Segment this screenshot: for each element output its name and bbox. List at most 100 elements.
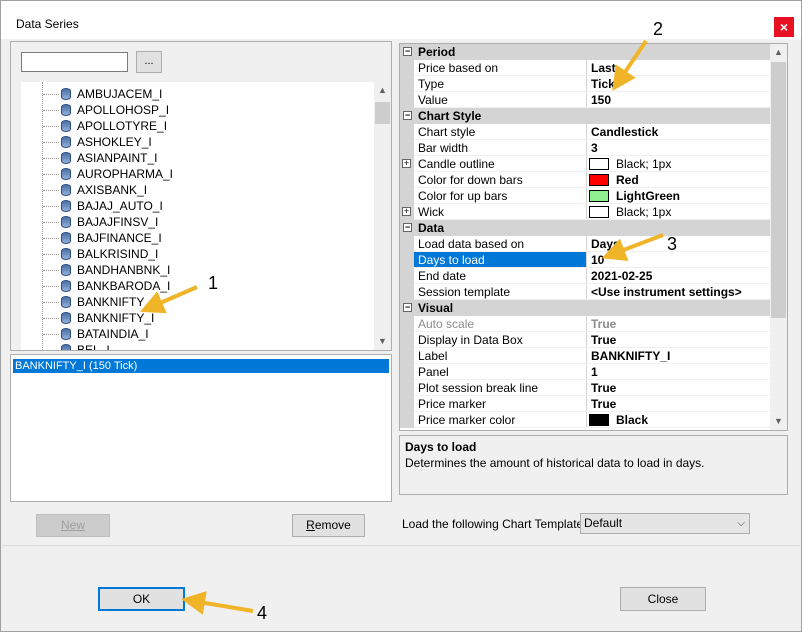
property-value[interactable]: True: [591, 333, 616, 347]
property-name: Candle outline: [418, 157, 495, 171]
database-icon: [61, 120, 71, 132]
property-value[interactable]: <Use instrument settings>: [591, 285, 742, 299]
property-value[interactable]: Black; 1px: [616, 205, 671, 219]
tree-item[interactable]: BATAINDIA_I: [43, 326, 149, 342]
category-period[interactable]: − Period: [400, 44, 772, 60]
tree-item[interactable]: ASIANPAINT_I: [43, 150, 157, 166]
property-value[interactable]: BANKNIFTY_I: [591, 349, 670, 363]
property-row[interactable]: Color for down bars Red: [400, 172, 772, 188]
database-icon: [61, 264, 71, 276]
property-row[interactable]: Bar width 3: [400, 140, 772, 156]
property-row[interactable]: Price based on Last: [400, 60, 772, 76]
database-icon: [61, 248, 71, 260]
property-value[interactable]: LightGreen: [616, 189, 680, 203]
property-description: Days to load Determines the amount of hi…: [399, 435, 788, 495]
tree-item[interactable]: BAJAJFINSV_I: [43, 214, 158, 230]
browse-button[interactable]: ...: [136, 51, 162, 73]
property-value[interactable]: 150: [591, 93, 611, 107]
property-row[interactable]: Value 150: [400, 92, 772, 108]
tree-item[interactable]: BALKRISIND_I: [43, 246, 158, 262]
collapse-icon[interactable]: −: [403, 303, 412, 312]
tree-scrollbar[interactable]: ▲ ▼: [374, 82, 391, 350]
property-row[interactable]: + Wick Black; 1px: [400, 204, 772, 220]
property-row[interactable]: Days to load 10: [400, 252, 772, 268]
tree-item[interactable]: AXISBANK_I: [43, 182, 147, 198]
tree-connector: [43, 349, 59, 350]
property-row[interactable]: Price marker True: [400, 396, 772, 412]
tree-item[interactable]: AUROPHARMA_I: [43, 166, 173, 182]
scroll-down-icon[interactable]: ▼: [770, 413, 787, 430]
category-visual[interactable]: − Visual: [400, 300, 772, 316]
property-row[interactable]: Plot session break line True: [400, 380, 772, 396]
category-chart-style[interactable]: − Chart Style: [400, 108, 772, 124]
series-list-item[interactable]: BANKNIFTY_I (150 Tick): [13, 359, 389, 373]
tree-connector: [43, 301, 59, 303]
property-value[interactable]: 2021-02-25: [591, 269, 652, 283]
remove-button[interactable]: Remove: [292, 514, 365, 537]
property-row[interactable]: Auto scale True: [400, 316, 772, 332]
color-swatch: [589, 158, 609, 170]
property-value[interactable]: Red: [616, 173, 639, 187]
scroll-thumb[interactable]: [375, 102, 390, 124]
tree-item[interactable]: BAJAJ_AUTO_I: [43, 198, 163, 214]
scroll-up-icon[interactable]: ▲: [770, 44, 787, 61]
property-value[interactable]: True: [591, 397, 616, 411]
tree-item-label: BAJAJ_AUTO_I: [77, 199, 163, 213]
property-row[interactable]: Display in Data Box True: [400, 332, 772, 348]
property-value[interactable]: Black; 1px: [616, 157, 671, 171]
chart-template-select[interactable]: Default ⌵: [580, 513, 750, 534]
row-gutter: [400, 124, 414, 140]
property-value[interactable]: 3: [591, 141, 598, 155]
tree-item[interactable]: APOLLOHOSP_I: [43, 102, 169, 118]
category-data[interactable]: − Data: [400, 220, 772, 236]
tree-item[interactable]: APOLLOTYRE_I: [43, 118, 167, 134]
tree-item[interactable]: BEL_I: [43, 342, 110, 350]
property-value[interactable]: Black: [616, 413, 648, 427]
property-row[interactable]: Chart style Candlestick: [400, 124, 772, 140]
expand-icon[interactable]: +: [402, 159, 411, 168]
property-row[interactable]: Panel 1: [400, 364, 772, 380]
property-row[interactable]: Session template <Use instrument settings…: [400, 284, 772, 300]
collapse-icon[interactable]: −: [403, 223, 412, 232]
property-row[interactable]: Label BANKNIFTY_I: [400, 348, 772, 364]
close-button[interactable]: Close: [620, 587, 706, 611]
scroll-up-icon[interactable]: ▲: [374, 82, 391, 99]
scroll-thumb[interactable]: [771, 62, 786, 318]
property-row[interactable]: + Candle outline Black; 1px: [400, 156, 772, 172]
property-value[interactable]: Days: [591, 237, 620, 251]
collapse-icon[interactable]: −: [403, 111, 412, 120]
tree-item[interactable]: BANKNIFTY: [43, 294, 144, 310]
tree-item[interactable]: BANDHANBNK_I: [43, 262, 170, 278]
tree-item-label: BATAINDIA_I: [77, 327, 149, 341]
close-icon[interactable]: ×: [774, 17, 794, 37]
expand-icon[interactable]: +: [402, 207, 411, 216]
column-separator: [586, 268, 587, 284]
property-value[interactable]: Tick: [591, 77, 615, 91]
property-value[interactable]: Last: [591, 61, 616, 75]
property-value[interactable]: True: [591, 317, 616, 331]
property-value[interactable]: True: [591, 381, 616, 395]
property-row[interactable]: Load data based on Days: [400, 236, 772, 252]
search-input[interactable]: [21, 52, 128, 72]
property-row[interactable]: Color for up bars LightGreen: [400, 188, 772, 204]
remove-hotkey: R: [306, 518, 315, 532]
tree-item[interactable]: BAJFINANCE_I: [43, 230, 162, 246]
tree-connector: [43, 157, 59, 159]
ok-button[interactable]: OK: [98, 587, 185, 611]
property-value[interactable]: Candlestick: [591, 125, 658, 139]
property-value[interactable]: 10: [591, 253, 604, 267]
property-row[interactable]: End date 2021-02-25: [400, 268, 772, 284]
property-row[interactable]: Type Tick: [400, 76, 772, 92]
property-value[interactable]: 1: [591, 365, 598, 379]
tree-item[interactable]: BANKNIFTY_I: [43, 310, 154, 326]
property-row[interactable]: Price marker color Black: [400, 412, 772, 428]
tree-item[interactable]: BANKBARODA_I: [43, 278, 170, 294]
collapse-icon[interactable]: −: [403, 47, 412, 56]
tree-item[interactable]: ASHOKLEY_I: [43, 134, 152, 150]
scroll-down-icon[interactable]: ▼: [374, 333, 391, 350]
tree-item[interactable]: AMBUJACEM_I: [43, 86, 162, 102]
new-button[interactable]: New: [36, 514, 110, 537]
row-gutter: [400, 332, 414, 348]
grid-scrollbar[interactable]: ▲ ▼: [770, 44, 787, 430]
row-gutter: [400, 140, 414, 156]
